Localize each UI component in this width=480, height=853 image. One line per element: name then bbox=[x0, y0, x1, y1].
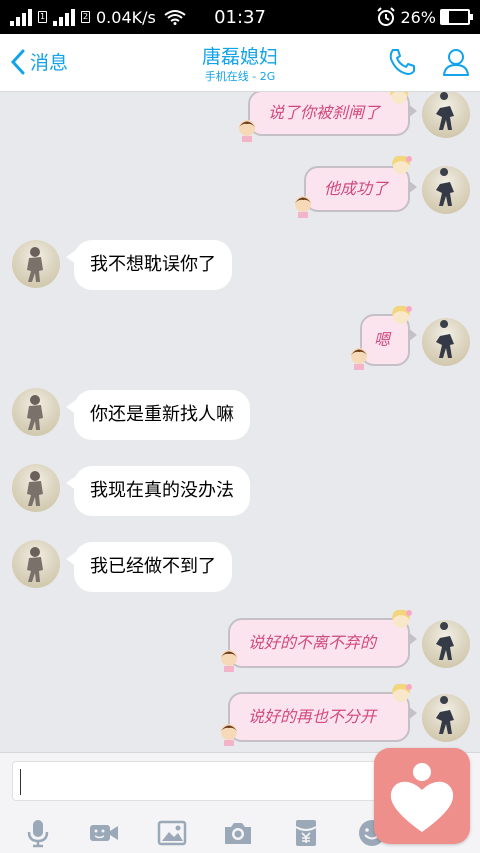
message-text: 他成功了 bbox=[324, 179, 389, 198]
image-icon[interactable] bbox=[156, 817, 188, 849]
my-avatar[interactable] bbox=[422, 620, 470, 668]
wifi-icon bbox=[164, 10, 186, 25]
video-icon[interactable] bbox=[88, 817, 120, 849]
my-avatar[interactable] bbox=[422, 318, 470, 366]
camera-icon[interactable] bbox=[222, 817, 254, 849]
signal-2-icon bbox=[53, 8, 75, 26]
status-bar: 1 2 0.04K/s 01:37 26% bbox=[0, 0, 480, 34]
signal-1-icon bbox=[10, 8, 32, 26]
my-avatar[interactable] bbox=[422, 92, 470, 138]
message-text: 说好的再也不分开 bbox=[248, 707, 377, 726]
message-bubble-incoming[interactable]: 我现在真的没办法 bbox=[66, 466, 250, 516]
cartoon-girl-icon bbox=[390, 92, 408, 104]
contact-avatar[interactable] bbox=[12, 388, 60, 436]
cartoon-girl-icon bbox=[392, 305, 412, 324]
message-text: 说好的不离不弃的 bbox=[248, 633, 377, 652]
cartoon-boy-icon bbox=[239, 120, 255, 142]
cartoon-girl-icon bbox=[392, 609, 412, 628]
cartoon-boy-icon bbox=[221, 724, 237, 746]
message-text: 我现在真的没办法 bbox=[90, 480, 234, 501]
sim-2-icon: 2 bbox=[81, 11, 90, 23]
cartoon-boy-icon bbox=[221, 650, 237, 672]
battery-icon bbox=[440, 9, 473, 25]
contact-avatar[interactable] bbox=[12, 240, 60, 288]
contact-avatar[interactable] bbox=[12, 464, 60, 512]
message-bubble-outgoing[interactable]: 说好的不离不弃的 bbox=[228, 618, 417, 668]
network-speed: 0.04K/s bbox=[96, 7, 156, 27]
message-bubble-incoming[interactable]: 我已经做不到了 bbox=[66, 542, 232, 592]
cartoon-girl-icon bbox=[392, 683, 412, 702]
message-bubble-incoming[interactable]: 你还是重新找人嘛 bbox=[66, 390, 250, 440]
message-text: 说了你被刹闸了 bbox=[268, 103, 381, 122]
floating-heart-button[interactable] bbox=[374, 748, 470, 844]
cartoon-girl-icon bbox=[392, 155, 412, 174]
message-bubble-incoming[interactable]: 我不想耽误你了 bbox=[66, 240, 232, 290]
message-bubble-outgoing[interactable]: 说好的再也不分开 bbox=[228, 692, 417, 742]
message-text: 我不想耽误你了 bbox=[90, 254, 216, 275]
mic-icon[interactable] bbox=[22, 817, 54, 849]
message-list[interactable]: 说了你被刹闸了 他成功了 我不想耽误你了 嗯 你还是重新找人嘛 我现在真的没办法 bbox=[0, 92, 480, 752]
battery-percent: 26% bbox=[400, 7, 436, 27]
my-avatar[interactable] bbox=[422, 694, 470, 742]
chat-header: 消息 唐磊媳妇 手机在线 - 2G bbox=[0, 34, 480, 92]
battery-level bbox=[442, 11, 449, 23]
message-text: 你还是重新找人嘛 bbox=[90, 404, 234, 425]
sim-1-icon: 1 bbox=[38, 11, 47, 23]
phone-icon[interactable] bbox=[386, 46, 418, 78]
contact-icon[interactable] bbox=[440, 46, 472, 78]
message-text: 我已经做不到了 bbox=[90, 556, 216, 577]
heart-icon bbox=[390, 763, 454, 832]
text-caret bbox=[20, 769, 21, 795]
cartoon-boy-icon bbox=[295, 196, 311, 218]
alarm-icon bbox=[377, 7, 396, 26]
red-packet-icon[interactable] bbox=[290, 817, 322, 849]
clock: 01:37 bbox=[214, 6, 266, 28]
message-input[interactable] bbox=[12, 761, 382, 801]
cartoon-boy-icon bbox=[351, 348, 367, 370]
my-avatar[interactable] bbox=[422, 166, 470, 214]
contact-avatar[interactable] bbox=[12, 540, 60, 588]
message-text: 嗯 bbox=[374, 330, 391, 349]
